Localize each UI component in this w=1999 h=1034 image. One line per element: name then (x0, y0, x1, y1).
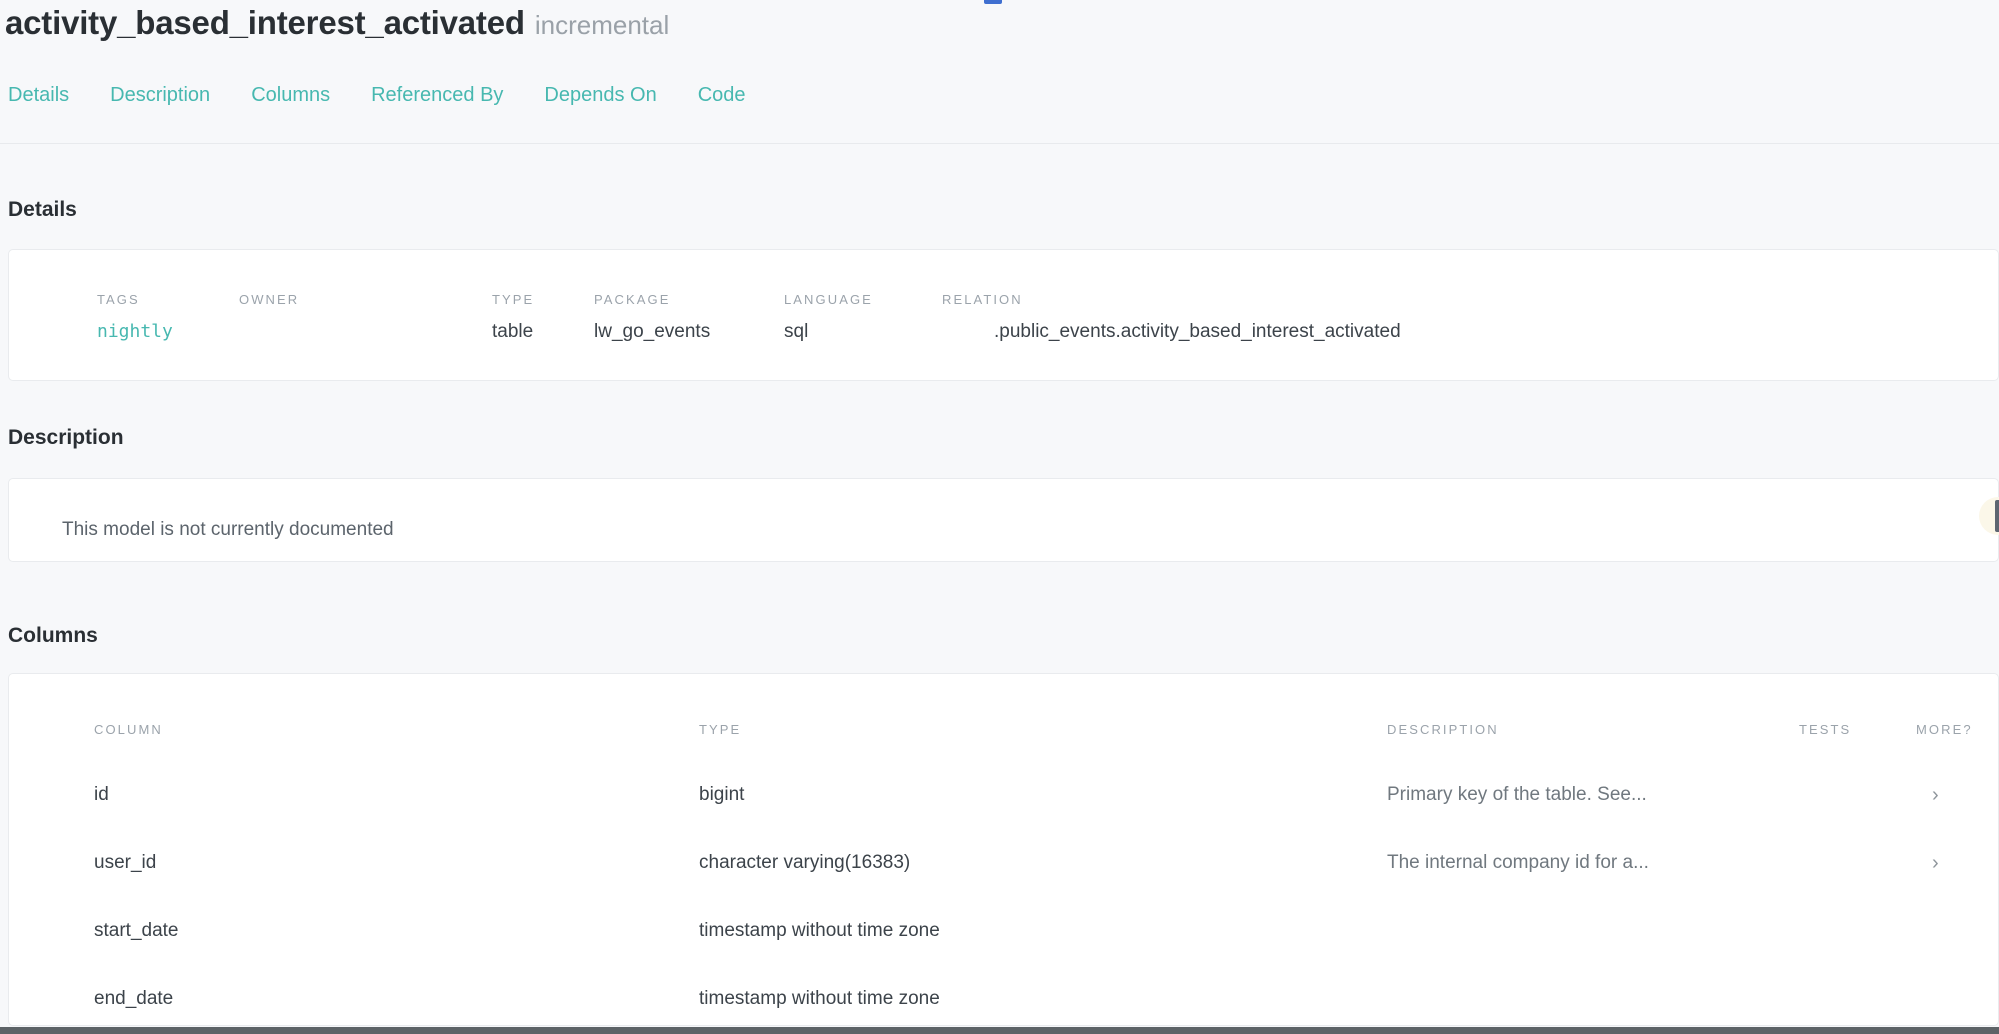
column-name: end_date (94, 988, 699, 1010)
detail-field-package: PACKAGE lw_go_events (594, 292, 784, 343)
nav-link-referenced-by[interactable]: Referenced By (371, 84, 503, 107)
detail-field-owner: OWNER (239, 292, 492, 343)
detail-label-language: LANGUAGE (784, 292, 942, 308)
detail-label-type: TYPE (492, 292, 594, 308)
column-header-more: MORE? (1916, 722, 1998, 737)
details-card: TAGS nightly OWNER TYPE table PACKAGE lw… (8, 249, 1999, 381)
column-type: timestamp without time zone (699, 920, 1387, 942)
detail-field-type: TYPE table (492, 292, 594, 343)
section-nav: Details Description Columns Referenced B… (8, 84, 746, 107)
header-divider (0, 143, 1999, 144)
details-section-heading: Details (8, 198, 77, 222)
more-chevron-icon[interactable]: › (1916, 784, 1998, 807)
details-fields: TAGS nightly OWNER TYPE table PACKAGE lw… (9, 250, 1998, 343)
widget-edge-sliver (1995, 500, 1999, 532)
detail-value-language: sql (784, 321, 942, 343)
column-type: character varying(16383) (699, 852, 1387, 874)
nav-link-details[interactable]: Details (8, 84, 69, 107)
column-name: user_id (94, 852, 699, 874)
column-description: Primary key of the table. See... (1387, 784, 1799, 806)
nav-link-code[interactable]: Code (698, 84, 746, 107)
columns-section-heading: Columns (8, 624, 98, 648)
nav-link-columns[interactable]: Columns (251, 84, 330, 107)
columns-table-header: COLUMN TYPE DESCRIPTION TESTS MORE? (9, 721, 1998, 737)
column-header-description: DESCRIPTION (1387, 722, 1799, 737)
column-type: bigint (699, 784, 1387, 806)
column-name: id (94, 784, 699, 806)
bottom-edge-bar (0, 1027, 1999, 1034)
detail-label-relation: RELATION (942, 292, 1998, 308)
column-header-column: COLUMN (94, 722, 699, 737)
nav-link-depends-on[interactable]: Depends On (544, 84, 656, 107)
table-row-id[interactable]: id bigint Primary key of the table. See.… (9, 761, 1998, 829)
columns-card: COLUMN TYPE DESCRIPTION TESTS MORE? id b… (8, 673, 1999, 1026)
detail-value-relation: .public_events.activity_based_interest_a… (942, 321, 1998, 343)
description-text: This model is not currently documented (9, 479, 1998, 541)
more-chevron-icon[interactable]: › (1916, 852, 1998, 875)
nav-link-description[interactable]: Description (110, 84, 210, 107)
column-header-tests: TESTS (1799, 722, 1916, 737)
cutoff-floating-widget[interactable] (1971, 497, 1999, 535)
detail-value-package: lw_go_events (594, 321, 784, 343)
column-name: start_date (94, 920, 699, 942)
description-card: This model is not currently documented (8, 478, 1999, 562)
detail-value-type: table (492, 321, 594, 343)
detail-label-owner: OWNER (239, 292, 492, 308)
cutoff-link-fragment (984, 0, 1002, 4)
detail-label-tags: TAGS (97, 292, 239, 308)
column-description: The internal company id for a... (1387, 852, 1799, 874)
detail-field-relation: RELATION .public_events.activity_based_i… (942, 292, 1998, 343)
column-header-type: TYPE (699, 722, 1387, 737)
table-row-end-date[interactable]: end_date timestamp without time zone (9, 965, 1998, 1026)
materialization-badge: incremental (535, 10, 669, 40)
page-title: activity_based_interest_activated increme… (5, 4, 669, 42)
tag-link-nightly[interactable]: nightly (97, 321, 239, 343)
table-row-user-id[interactable]: user_id character varying(16383) The int… (9, 829, 1998, 897)
description-section-heading: Description (8, 426, 124, 450)
table-row-start-date[interactable]: start_date timestamp without time zone (9, 897, 1998, 965)
detail-field-tags: TAGS nightly (97, 292, 239, 343)
detail-label-package: PACKAGE (594, 292, 784, 308)
model-name: activity_based_interest_activated (5, 4, 525, 41)
columns-table-body: id bigint Primary key of the table. See.… (9, 761, 1998, 1026)
model-docs-page: activity_based_interest_activated increme… (0, 0, 1999, 1034)
detail-field-language: LANGUAGE sql (784, 292, 942, 343)
column-type: timestamp without time zone (699, 988, 1387, 1010)
